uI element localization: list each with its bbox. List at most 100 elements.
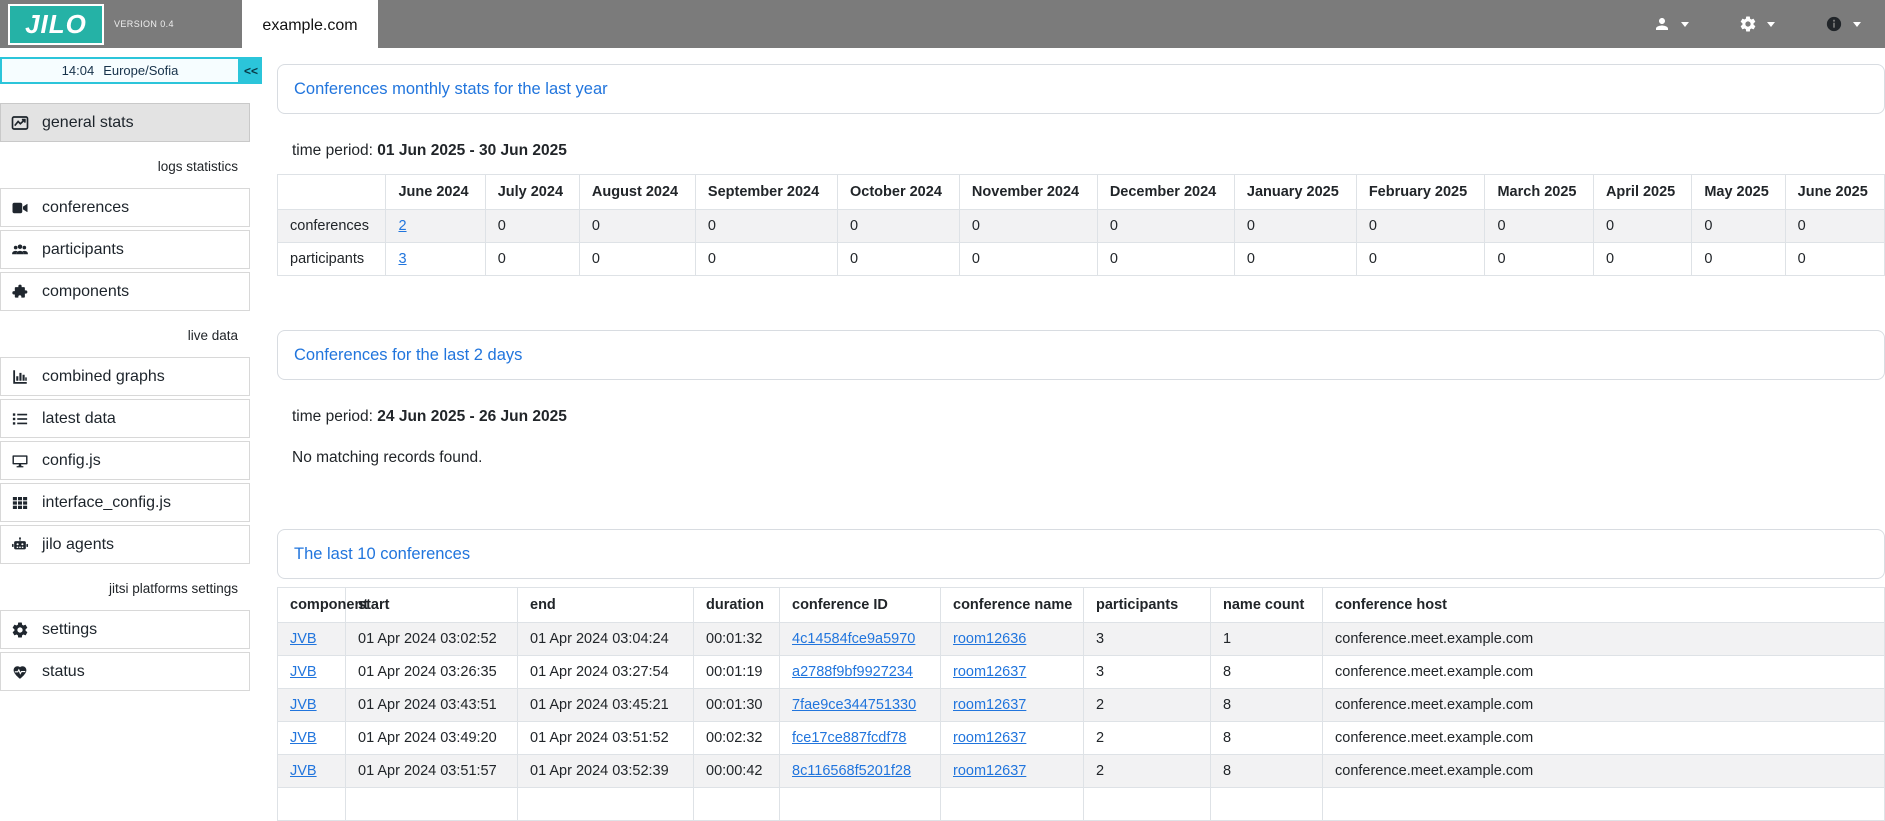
user-icon [1653, 15, 1671, 33]
monthly-stats-table: June 2024July 2024August 2024September 2… [277, 174, 1885, 276]
table-cell: 0 [1485, 243, 1593, 276]
table-cell [1084, 788, 1211, 821]
cell-link[interactable]: 3 [398, 251, 406, 267]
user-menu[interactable] [1653, 15, 1689, 33]
chartline-icon [11, 114, 29, 132]
table-row: JVB01 Apr 2024 03:26:3501 Apr 2024 03:27… [278, 656, 1885, 689]
table-cell: 0 [959, 243, 1097, 276]
sidebar-collapse-button[interactable]: << [240, 57, 262, 84]
table-row: JVB01 Apr 2024 03:51:5701 Apr 2024 03:52… [278, 755, 1885, 788]
sidebar-item-participants[interactable]: participants [0, 230, 250, 269]
sidebar-item-label: interface_config.js [42, 494, 171, 512]
sidebar-item-combined-graphs[interactable]: combined graphs [0, 357, 250, 396]
clock-time: 14:04 [62, 63, 95, 78]
table-cell: 0 [1234, 210, 1356, 243]
table-cell: 00:02:32 [694, 722, 780, 755]
sidebar-item-config-js[interactable]: config.js [0, 441, 250, 480]
card-title-last-2-days[interactable]: Conferences for the last 2 days [294, 346, 522, 365]
cell-link[interactable]: a2788f9bf9927234 [792, 664, 913, 680]
table-cell: 8c116568f5201f28 [780, 755, 941, 788]
cell-link[interactable]: JVB [290, 763, 317, 779]
column-header: February 2025 [1356, 175, 1485, 210]
cell-link[interactable]: JVB [290, 664, 317, 680]
cell-link[interactable]: room12637 [953, 697, 1026, 713]
table-cell: 1 [1211, 623, 1323, 656]
sidebar-item-label: settings [42, 621, 97, 639]
cell-link[interactable]: room12637 [953, 763, 1026, 779]
table-cell: 3 [1084, 623, 1211, 656]
column-header: conference ID [780, 588, 941, 623]
sidebar-item-jilo-agents[interactable]: jilo agents [0, 525, 250, 564]
table-cell: 2 [386, 210, 485, 243]
column-header: conference host [1323, 588, 1885, 623]
cell-link[interactable]: JVB [290, 697, 317, 713]
grid-icon [11, 494, 29, 512]
desktop-icon [11, 452, 29, 470]
table-cell: JVB [278, 689, 346, 722]
card-header-last-2-days: Conferences for the last 2 days [277, 330, 1885, 380]
cell-link[interactable]: room12637 [953, 730, 1026, 746]
sidebar: 14:04 Europe/Sofia << general statslogs … [0, 57, 262, 694]
table-cell: 3 [1084, 656, 1211, 689]
cell-link[interactable]: JVB [290, 631, 317, 647]
table-cell: 01 Apr 2024 03:51:57 [346, 755, 518, 788]
clock-timezone: Europe/Sofia [103, 63, 178, 78]
cell-link[interactable]: JVB [290, 730, 317, 746]
table-cell: conference.meet.example.com [1323, 722, 1885, 755]
table-cell: a2788f9bf9927234 [780, 656, 941, 689]
table-cell: 0 [1593, 210, 1691, 243]
table-cell: JVB [278, 722, 346, 755]
table-cell: 01 Apr 2024 03:04:24 [518, 623, 694, 656]
sidebar-item-conferences[interactable]: conferences [0, 188, 250, 227]
table-cell: 2 [1084, 722, 1211, 755]
card-header-last-10: The last 10 conferences [277, 529, 1885, 579]
cell-link[interactable]: 4c14584fce9a5970 [792, 631, 915, 647]
table-cell: 3 [386, 243, 485, 276]
card-title-last-10[interactable]: The last 10 conferences [294, 545, 470, 564]
table-cell: 01 Apr 2024 03:43:51 [346, 689, 518, 722]
sidebar-item-status[interactable]: status [0, 652, 250, 691]
table-header-row: componentstartenddurationconference IDco… [278, 588, 1885, 623]
table-cell: 8 [1211, 689, 1323, 722]
table-cell: conference.meet.example.com [1323, 623, 1885, 656]
table-cell: 0 [485, 243, 579, 276]
table-cell: 0 [959, 210, 1097, 243]
table-cell: fce17ce887fcdf78 [780, 722, 941, 755]
sidebar-item-components[interactable]: components [0, 272, 250, 311]
caret-down-icon [1681, 22, 1689, 27]
cell-link[interactable]: fce17ce887fcdf78 [792, 730, 906, 746]
column-header: July 2024 [485, 175, 579, 210]
clock-display: 14:04 Europe/Sofia [0, 57, 240, 84]
info-menu[interactable] [1825, 15, 1861, 33]
table-cell: 01 Apr 2024 03:02:52 [346, 623, 518, 656]
cell-link[interactable]: 2 [398, 218, 406, 234]
table-cell: room12636 [941, 623, 1084, 656]
app-logo[interactable]: JILO [8, 4, 104, 45]
sidebar-section-label: live data [0, 314, 250, 357]
table-cell: 8 [1211, 755, 1323, 788]
table-cell: 0 [1593, 243, 1691, 276]
table-cell: 0 [1785, 210, 1884, 243]
sidebar-item-general-stats[interactable]: general stats [0, 103, 250, 142]
cell-link[interactable]: 7fae9ce344751330 [792, 697, 916, 713]
column-header: component [278, 588, 346, 623]
settings-menu[interactable] [1739, 15, 1775, 33]
last-10-conferences-table: componentstartenddurationconference IDco… [277, 587, 1885, 821]
platform-tab[interactable]: example.com [242, 0, 378, 52]
time-period-monthly: time period: 01 Jun 2025 - 30 Jun 2025 [277, 142, 1885, 160]
table-cell: room12637 [941, 755, 1084, 788]
card-title-monthly-stats[interactable]: Conferences monthly stats for the last y… [294, 80, 608, 99]
cell-link[interactable]: room12636 [953, 631, 1026, 647]
cell-link[interactable]: room12637 [953, 664, 1026, 680]
gear-icon [11, 621, 29, 639]
cell-link[interactable]: 8c116568f5201f28 [792, 763, 911, 779]
table-cell: 01 Apr 2024 03:26:35 [346, 656, 518, 689]
sidebar-item-settings[interactable]: settings [0, 610, 250, 649]
table-cell: 0 [1485, 210, 1593, 243]
table-cell: conference.meet.example.com [1323, 656, 1885, 689]
table-cell: conference.meet.example.com [1323, 755, 1885, 788]
table-cell: room12637 [941, 656, 1084, 689]
sidebar-item-latest-data[interactable]: latest data [0, 399, 250, 438]
info-icon [1825, 15, 1843, 33]
sidebar-item-interface-config-js[interactable]: interface_config.js [0, 483, 250, 522]
